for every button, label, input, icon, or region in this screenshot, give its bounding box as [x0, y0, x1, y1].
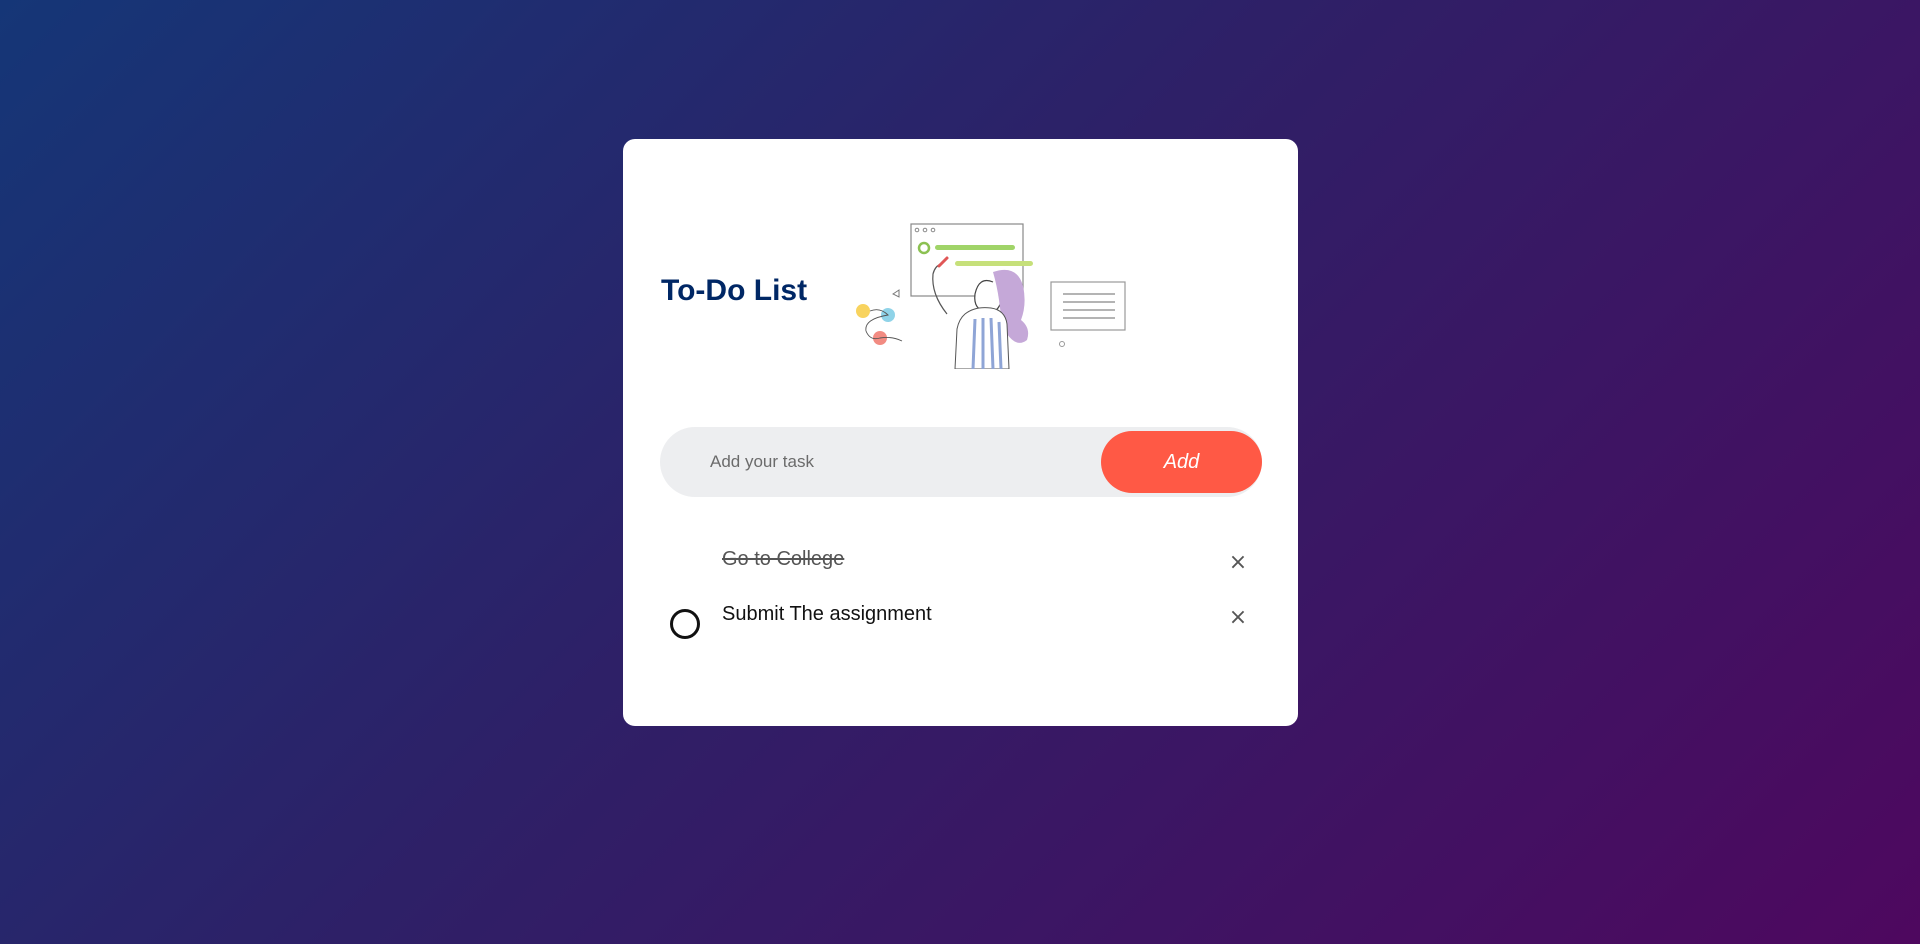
task-text: Go to College [722, 548, 845, 570]
task-input[interactable] [660, 427, 1100, 497]
task-item[interactable]: Submit The assignment × [660, 589, 1262, 644]
close-icon[interactable]: × [1224, 549, 1252, 577]
task-list: Go to College × Submit The assignment × [660, 534, 1262, 644]
circle-checkbox-icon[interactable] [670, 609, 700, 639]
page-title: To-Do List [661, 274, 808, 307]
task-input-row: Add [660, 427, 1262, 497]
woman-writing-checklist-illustration [856, 223, 1126, 369]
task-text: Submit The assignment [722, 603, 932, 625]
task-item[interactable]: Go to College × [660, 534, 1262, 589]
todo-card: To-Do List Add your task Add Go to Colle… [623, 139, 1298, 726]
close-icon[interactable]: × [1224, 604, 1252, 632]
add-task-button[interactable]: Add [1101, 431, 1262, 493]
